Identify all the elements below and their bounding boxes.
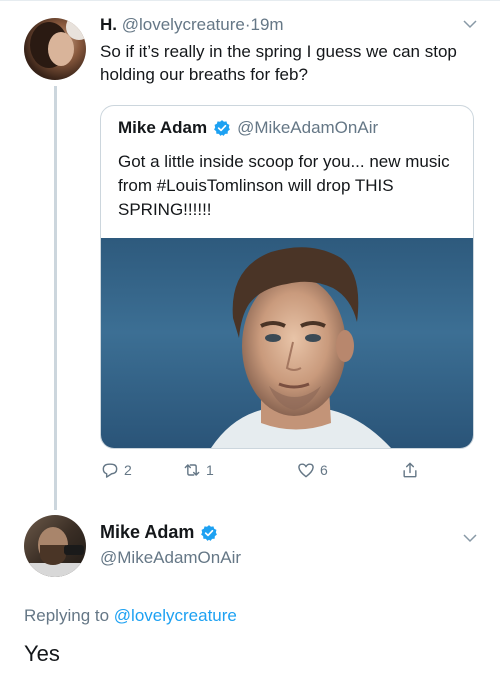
quoted-author-name: Mike Adam <box>118 118 208 137</box>
tweet-text: So if it’s really in the spring I guess … <box>100 42 457 84</box>
avatar[interactable] <box>24 18 86 80</box>
quoted-tweet[interactable]: Mike Adam @MikeAdamOnAir Got a little in… <box>100 105 474 449</box>
chevron-down-icon[interactable] <box>462 16 478 32</box>
author-handle[interactable]: @MikeAdamOnAir <box>100 548 241 568</box>
chevron-down-icon[interactable] <box>462 530 478 546</box>
quoted-tweet-image[interactable] <box>101 238 473 448</box>
replying-prefix: Replying to <box>24 606 110 625</box>
retweet-count: 1 <box>206 462 214 478</box>
tweet-actions: 2 1 6 <box>100 460 430 484</box>
like-icon <box>298 463 314 478</box>
author-name[interactable]: Mike Adam <box>100 522 194 543</box>
quoted-tweet-text: Got a little inside scoop for you... new… <box>118 152 450 219</box>
reply-author: Mike Adam <box>100 522 224 543</box>
reply-count: 2 <box>124 462 132 478</box>
like-count: 6 <box>320 462 328 478</box>
replying-to: Replying to @lovelycreature <box>24 606 237 626</box>
reply-button[interactable]: 2 <box>100 460 132 480</box>
tweet-header: H. @lovelycreature·19m <box>100 15 284 35</box>
thread-line <box>54 86 57 510</box>
avatar[interactable] <box>24 515 86 577</box>
retweet-button[interactable]: 1 <box>182 460 214 480</box>
quoted-tweet-header: Mike Adam @MikeAdamOnAir <box>118 118 378 138</box>
verified-badge-icon <box>201 524 218 541</box>
share-icon <box>403 462 417 478</box>
author-handle[interactable]: @lovelycreature <box>122 15 245 34</box>
tweet[interactable]: H. @lovelycreature·19m So if it’s really… <box>0 0 500 510</box>
author-name[interactable]: H. <box>100 15 117 34</box>
reply-text: Yes <box>24 641 60 666</box>
retweet-icon <box>184 464 200 476</box>
replying-to-mention[interactable]: @lovelycreature <box>114 606 237 625</box>
quoted-author-handle: @MikeAdamOnAir <box>237 118 379 137</box>
like-button[interactable]: 6 <box>296 460 328 480</box>
verified-badge-icon <box>214 120 230 136</box>
reply-icon <box>102 463 118 478</box>
portrait-photo <box>211 247 391 448</box>
share-button[interactable] <box>400 460 424 480</box>
tweet-time[interactable]: 19m <box>251 15 284 34</box>
